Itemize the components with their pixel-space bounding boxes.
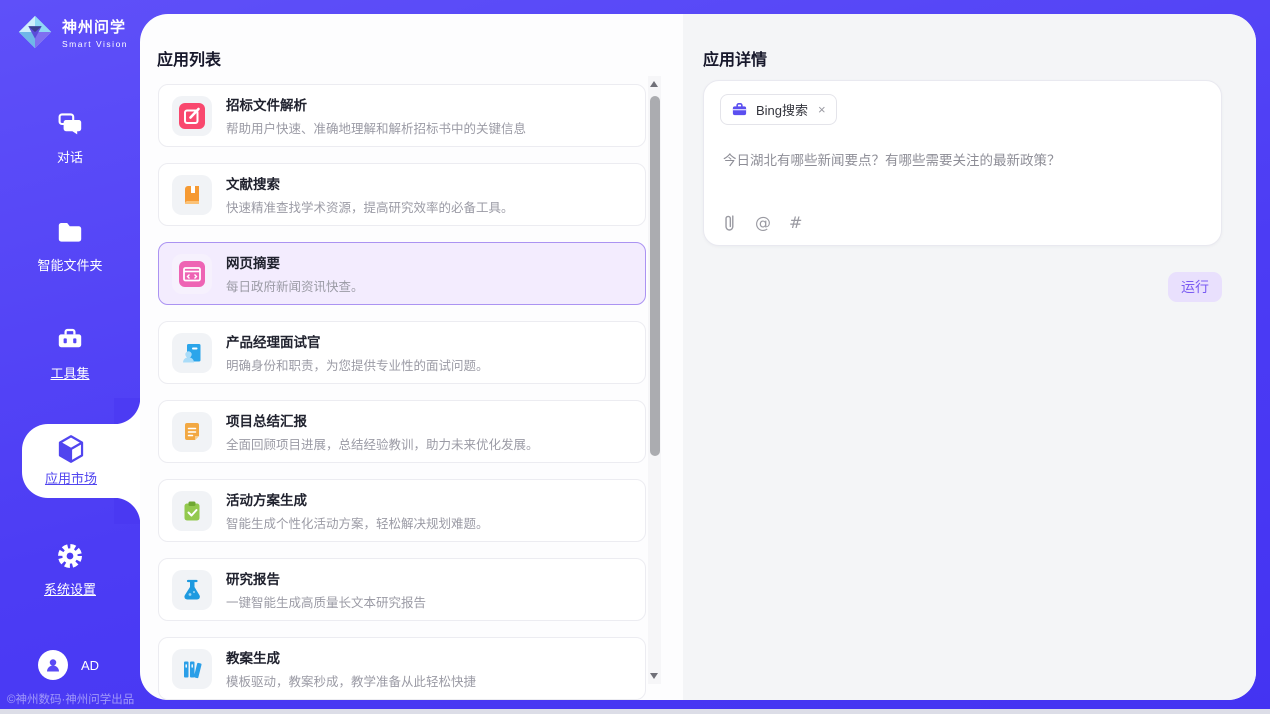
paperclip-icon[interactable] [722,213,737,232]
app-icon-box [172,491,212,531]
web-summary-icon [179,261,205,287]
app-card-lesson-plan[interactable]: 教案生成 模板驱动，教案秒成，教学准备从此轻松快捷 [158,637,646,700]
app-card-title: 产品经理面试官 [226,331,489,351]
app-card-desc: 帮助用户快速、准确地理解和解析招标书中的关键信息 [226,118,526,137]
card-text: 教案生成 模板驱动，教案秒成，教学准备从此轻松快捷 [226,647,476,690]
run-button[interactable]: 运行 [1168,272,1222,302]
copyright-footer: ©神州数码·神州问学出品 [7,691,134,707]
sidebar-item-label: 应用市场 [22,468,120,487]
app-card-title: 项目总结汇报 [226,410,539,430]
tag-close-icon[interactable]: × [818,102,826,117]
app-icon-box [172,254,212,294]
app-list-scrollbar[interactable] [648,76,661,684]
sidebar-item-label: 系统设置 [0,579,140,598]
folder-icon [54,216,86,248]
app-card-title: 文献搜索 [226,173,514,193]
sidebar-item-toolset[interactable]: 工具集 [0,324,140,382]
app-card-title: 研究报告 [226,568,426,588]
app-card-event-plan[interactable]: 活动方案生成 智能生成个性化活动方案，轻松解决规划难题。 [158,479,646,542]
app-card-desc: 模板驱动，教案秒成，教学准备从此轻松快捷 [226,671,476,690]
brand-subtitle: Smart Vision [62,39,128,49]
bottom-strip [0,709,1270,714]
tool-tag-label: Bing搜索 [756,100,808,119]
scrollbar-down-arrow-icon[interactable] [650,673,658,679]
app-card-desc: 智能生成个性化活动方案，轻松解决规划难题。 [226,513,489,532]
card-text: 网页摘要 每日政府新闻资讯快查。 [226,252,364,295]
diamond-logo-icon [16,13,54,51]
app-card-literature-search[interactable]: 文献搜索 快速精准查找学术资源，提高研究效率的必备工具。 [158,163,646,226]
card-text: 项目总结汇报 全面回顾项目进展，总结经验教训，助力未来优化发展。 [226,410,539,453]
app-icon-box [172,175,212,215]
app-card-title: 招标文件解析 [226,94,526,114]
app-card-web-summary[interactable]: 网页摘要 每日政府新闻资讯快查。 [158,242,646,305]
card-text: 文献搜索 快速精准查找学术资源，提高研究效率的必备工具。 [226,173,514,216]
mention-icon[interactable]: @ [755,213,771,232]
scrollbar-up-arrow-icon[interactable] [650,81,658,87]
person-icon [43,655,63,675]
app-icon-box [172,649,212,689]
chat-icon [54,108,86,140]
query-input[interactable]: 今日湖北有哪些新闻要点？有哪些需要关注的最新政策？ [723,151,1193,171]
brand-text: 神州问学 Smart Vision [62,16,128,49]
app-detail-title: 应用详情 [703,46,767,70]
avatar [38,650,68,680]
app-card-research-report[interactable]: 研究报告 一键智能生成高质量长文本研究报告 [158,558,646,621]
card-text: 活动方案生成 智能生成个性化活动方案，轻松解决规划难题。 [226,489,489,532]
attachment-toolbar: @ # [722,213,802,232]
app-card-pm-interviewer[interactable]: 产品经理面试官 明确身份和职责，为您提供专业性的面试问题。 [158,321,646,384]
app-detail-card: Bing搜索 × 今日湖北有哪些新闻要点？有哪些需要关注的最新政策？ @ # [703,80,1222,246]
app-icon-box [172,412,212,452]
hashtag-icon[interactable]: # [789,213,802,232]
app-card-project-summary[interactable]: 项目总结汇报 全面回顾项目进展，总结经验教训，助力未来优化发展。 [158,400,646,463]
user-account[interactable]: AD [38,650,99,680]
toolbox-icon [54,324,86,356]
sidebar-item-label: 智能文件夹 [0,255,140,274]
app-card-title: 教案生成 [226,647,476,667]
card-text: 产品经理面试官 明确身份和职责，为您提供专业性的面试问题。 [226,331,489,374]
cube-icon [54,432,88,466]
scrollbar-thumb[interactable] [650,96,660,456]
sidebar-item-label: 对话 [0,147,140,166]
app-card-bid-parsing[interactable]: 招标文件解析 帮助用户快速、准确地理解和解析招标书中的关键信息 [158,84,646,147]
book-icon [179,182,205,208]
app-card-desc: 全面回顾项目进展，总结经验教训，助力未来优化发展。 [226,434,539,453]
flask-icon [179,577,205,603]
app-card-desc: 明确身份和职责，为您提供专业性的面试问题。 [226,355,489,374]
sidebar-item-chat[interactable]: 对话 [0,108,140,166]
tool-tag-bing-search[interactable]: Bing搜索 × [720,94,837,125]
briefcase-icon [731,101,748,118]
app-icon-box [172,96,212,136]
app-icon-box [172,570,212,610]
sidebar-item-settings[interactable]: 系统设置 [0,540,140,598]
app-list-title: 应用列表 [157,46,221,70]
app-card-desc: 快速精准查找学术资源，提高研究效率的必备工具。 [226,197,514,216]
sidebar-item-smart-folder[interactable]: 智能文件夹 [0,216,140,274]
main-panel: 应用列表 应用详情 招标文件解析 帮助用户快速、准确地理解和解析招标书中的关键信… [140,14,1256,700]
books-icon [179,656,205,682]
card-text: 研究报告 一键智能生成高质量长文本研究报告 [226,568,426,611]
app-card-desc: 一键智能生成高质量长文本研究报告 [226,592,426,611]
app-list: 招标文件解析 帮助用户快速、准确地理解和解析招标书中的关键信息 文献搜索 快速精… [158,84,646,700]
interview-icon [179,340,205,366]
app-card-title: 网页摘要 [226,252,364,272]
sidebar-item-label: 工具集 [0,363,140,382]
card-text: 招标文件解析 帮助用户快速、准确地理解和解析招标书中的关键信息 [226,94,526,137]
clipboard-check-icon [179,498,205,524]
app-icon-box [172,333,212,373]
bid-edit-icon [179,103,205,129]
sidebar-item-app-market[interactable]: 应用市场 [22,424,140,498]
note-icon [179,419,205,445]
brand-logo: 神州问学 Smart Vision [16,13,128,51]
user-initials: AD [81,658,99,673]
sidebar: 神州问学 Smart Vision 对话 智能文件夹 工具集 [0,0,140,714]
gear-icon [54,540,86,572]
app-card-desc: 每日政府新闻资讯快查。 [226,276,364,295]
app-card-title: 活动方案生成 [226,489,489,509]
brand-name: 神州问学 [62,16,128,37]
